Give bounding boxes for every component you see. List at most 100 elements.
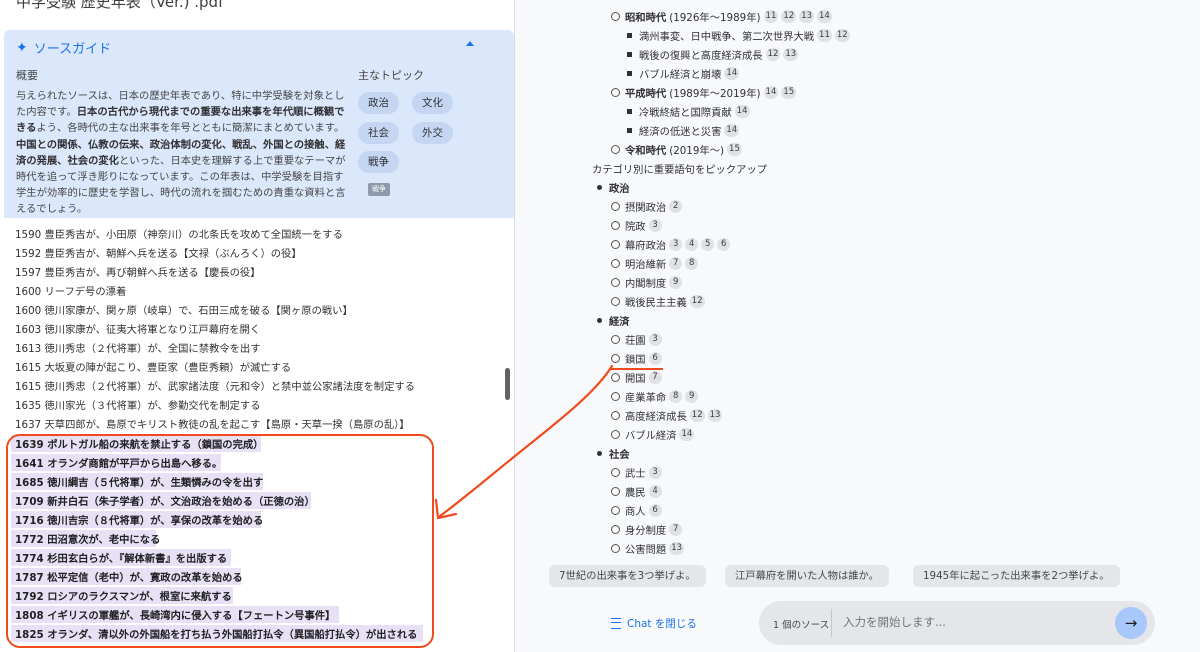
timeline-entry: 1637 天草四郎が、島原でキリスト教徒の乱を起こす【島原・天草一揆（島原の乱）… — [15, 419, 410, 431]
outline-label: 経済の低迷と災害 — [639, 126, 722, 138]
bullet-icon — [611, 221, 620, 230]
citation-chip[interactable]: 4 — [685, 238, 699, 251]
citation-chip[interactable]: 4 — [648, 485, 662, 498]
collapse-panel-icon — [611, 618, 621, 629]
outline-label: 幕府政治 — [625, 240, 667, 252]
citation-chip[interactable]: 3 — [648, 466, 662, 479]
topic-chip[interactable]: 文化 — [412, 92, 453, 114]
outline-label: 開国 — [625, 373, 646, 385]
citation-chip[interactable]: 3 — [648, 333, 662, 346]
citation-chip[interactable]: 12 — [689, 409, 705, 422]
citation-chip[interactable]: 12 — [834, 29, 850, 42]
outline-label: 摂関政治 — [625, 202, 667, 214]
send-button[interactable]: → — [1115, 607, 1147, 639]
collapse-icon[interactable] — [466, 41, 474, 46]
source-guide: ✦ ソースガイド 概要 主なトピック 与えられたソースは、日本の歴史年表であり、… — [4, 30, 514, 218]
section-heading: カテゴリ別に重要語句をピックアップ — [592, 161, 767, 176]
timeline-entry: 1635 徳川家光（３代将軍）が、参勤交代を制定する — [15, 400, 261, 412]
source-guide-header[interactable]: ✦ ソースガイド — [16, 38, 111, 58]
outline-item: 産業革命 8 9 — [611, 389, 699, 404]
citation-chip[interactable]: 13 — [669, 542, 685, 555]
bullet-icon — [597, 451, 602, 456]
citation-chip[interactable]: 14 — [724, 124, 740, 137]
outline-label: 戦後の復興と高度経済成長 — [639, 50, 763, 62]
citation-chip[interactable]: 12 — [765, 48, 781, 61]
citation-chip[interactable]: 2 — [669, 200, 683, 213]
citation-chip[interactable]: 7 — [669, 257, 683, 270]
bullet-icon — [611, 354, 620, 363]
citation-chip[interactable]: 6 — [717, 238, 731, 251]
outline-label: 武士 — [625, 468, 646, 480]
timeline-entry: 1613 徳川秀忠（２代将軍）が、全国に禁教令を出す — [15, 343, 261, 355]
bullet-icon — [611, 202, 620, 211]
citation-chip[interactable]: 6 — [648, 504, 662, 517]
bullet-icon — [611, 259, 620, 268]
outline-label: 内閣制度 — [625, 278, 667, 290]
citation-chip[interactable]: 11 — [817, 29, 832, 42]
suggestion-chip[interactable]: 江戸幕府を開いた人物は誰か。 — [725, 565, 889, 587]
close-chat-label: Chat を閉じる — [627, 618, 697, 630]
citation-chip[interactable]: 9 — [685, 390, 699, 403]
citation-chip[interactable]: 11 — [763, 10, 779, 23]
bullet-icon — [611, 544, 620, 553]
source-count[interactable]: 1 個のソース — [773, 617, 829, 631]
outline-label: 身分制度 — [625, 525, 667, 537]
outline-period: (1989年〜2019年) — [669, 88, 761, 100]
outline-label: 農民 — [625, 487, 646, 499]
citation-chip[interactable]: 7 — [648, 371, 662, 384]
bullet-icon — [611, 297, 620, 306]
citation-chip[interactable]: 15 — [727, 143, 742, 156]
citation-chip[interactable]: 15 — [781, 86, 797, 99]
outline-label: 鎖国 — [625, 354, 646, 366]
outline-label: 経済 — [609, 316, 630, 328]
bullet-icon — [611, 12, 620, 21]
citation-chip[interactable]: 8 — [669, 390, 683, 403]
topic-chip[interactable]: 外交 — [412, 122, 453, 144]
outline-item: 令和時代 (2019年〜) 15 — [611, 142, 742, 157]
citation-chip[interactable]: 14 — [724, 67, 740, 80]
summary-segment: よう、各時代の主な出来事を年号とともに簡潔にまとめています。 — [36, 122, 345, 135]
outline-item: 政治 — [597, 180, 630, 195]
citation-chip[interactable]: 6 — [648, 352, 662, 365]
topic-chip[interactable]: 戦争 — [358, 151, 399, 173]
bullet-icon — [627, 52, 632, 57]
close-chat-button[interactable]: Chat を閉じる — [611, 616, 697, 631]
outline-item: 鎖国 6 — [611, 351, 662, 366]
citation-chip[interactable]: 13 — [707, 409, 723, 422]
citation-chip[interactable]: 14 — [679, 428, 695, 441]
timeline-entry: 1600 徳川家康が、関ヶ原（岐阜）で、石田三成を破る【関ヶ原の戦い】 — [15, 305, 353, 317]
outline-item: 荘園 3 — [611, 332, 662, 347]
bullet-icon — [611, 430, 620, 439]
citation-chip[interactable]: 7 — [669, 523, 683, 536]
annotation-underline — [611, 368, 663, 370]
citation-chip[interactable]: 14 — [734, 105, 750, 118]
topic-chip[interactable]: 社会 — [358, 122, 399, 144]
suggestion-chip[interactable]: 1945年に起こった出来事を2つ挙げよ。 — [913, 565, 1120, 587]
suggestion-chip[interactable]: 7世紀の出来事を3つ挙げよ。 — [549, 565, 706, 587]
scrollbar-thumb[interactable] — [505, 368, 510, 400]
citation-chip[interactable]: 3 — [648, 219, 662, 232]
citation-chip[interactable]: 13 — [799, 10, 815, 23]
outline-label: 商人 — [625, 506, 646, 518]
citation-chip[interactable]: 5 — [701, 238, 715, 251]
outline-label: 平成時代 — [625, 88, 667, 100]
outline-item: 満州事変、日中戦争、第二次世界大戦 11 12 — [627, 28, 850, 43]
citation-chip[interactable]: 12 — [781, 10, 797, 23]
citation-chip[interactable]: 13 — [783, 48, 799, 61]
citation-chip[interactable]: 12 — [689, 295, 705, 308]
bullet-icon — [611, 411, 620, 420]
outline-item: バブル経済と崩壊 14 — [627, 66, 740, 81]
chat-input[interactable] — [841, 614, 1105, 630]
citation-chip[interactable]: 3 — [669, 238, 683, 251]
summary-label: 概要 — [16, 69, 38, 82]
outline-item: 公害問題 13 — [611, 541, 685, 556]
timeline-entry: 1603 徳川家康が、征夷大将軍となり江戸幕府を開く — [15, 324, 261, 336]
topic-chip[interactable]: 政治 — [358, 92, 399, 114]
citation-chip[interactable]: 14 — [763, 86, 779, 99]
citation-chip[interactable]: 9 — [669, 276, 683, 289]
bullet-icon — [597, 185, 602, 190]
citation-chip[interactable]: 8 — [685, 257, 699, 270]
bullet-icon — [611, 487, 620, 496]
citation-chip[interactable]: 14 — [817, 10, 832, 23]
outline-item: バブル経済 14 — [611, 427, 695, 442]
